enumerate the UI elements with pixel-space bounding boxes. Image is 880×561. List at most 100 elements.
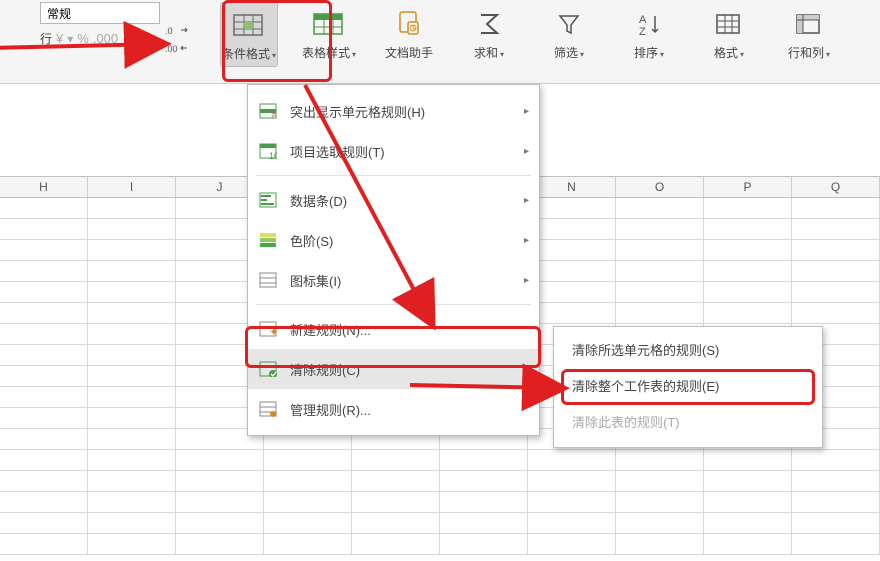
cell[interactable]: [88, 429, 176, 449]
cell[interactable]: [528, 492, 616, 512]
cell[interactable]: [0, 219, 88, 239]
cell[interactable]: [0, 513, 88, 533]
cell[interactable]: [792, 198, 880, 218]
cell[interactable]: [616, 303, 704, 323]
cell[interactable]: [792, 219, 880, 239]
currency-icon[interactable]: ¥: [56, 31, 63, 46]
cell[interactable]: [792, 282, 880, 302]
cell[interactable]: [616, 513, 704, 533]
cell[interactable]: [352, 471, 440, 491]
table-row[interactable]: [0, 513, 880, 534]
cell[interactable]: [176, 492, 264, 512]
cell[interactable]: [616, 261, 704, 281]
cell[interactable]: [0, 471, 88, 491]
cell[interactable]: [88, 198, 176, 218]
cell[interactable]: [264, 534, 352, 554]
cell[interactable]: [704, 240, 792, 260]
col-header[interactable]: Q: [792, 177, 880, 197]
cell[interactable]: [616, 282, 704, 302]
menu-clearrules[interactable]: 清除规则(C) ▸: [248, 349, 539, 389]
cell[interactable]: [0, 282, 88, 302]
col-header[interactable]: O: [616, 177, 704, 197]
cell[interactable]: [616, 240, 704, 260]
cell[interactable]: [88, 261, 176, 281]
cell[interactable]: [528, 282, 616, 302]
menu-iconset[interactable]: 图标集(I) ▸: [248, 260, 539, 300]
menu-newrule[interactable]: ✦ 新建规则(N)...: [248, 309, 539, 349]
table-row[interactable]: [0, 471, 880, 492]
menu-databars[interactable]: 数据条(D) ▸: [248, 180, 539, 220]
cell[interactable]: [704, 513, 792, 533]
cell[interactable]: [616, 534, 704, 554]
cell[interactable]: [0, 534, 88, 554]
cell[interactable]: [792, 492, 880, 512]
format-button[interactable]: 格式▾: [700, 2, 758, 65]
cell[interactable]: [352, 450, 440, 470]
cell[interactable]: [0, 387, 88, 407]
cell[interactable]: [264, 513, 352, 533]
cell[interactable]: [440, 534, 528, 554]
cell[interactable]: [0, 450, 88, 470]
cell[interactable]: [528, 261, 616, 281]
col-header[interactable]: N: [528, 177, 616, 197]
table-row[interactable]: [0, 492, 880, 513]
cell[interactable]: [0, 345, 88, 365]
cell[interactable]: [88, 450, 176, 470]
cell[interactable]: [528, 513, 616, 533]
cell[interactable]: [88, 303, 176, 323]
cell[interactable]: [176, 513, 264, 533]
cell[interactable]: [264, 450, 352, 470]
cell[interactable]: [440, 492, 528, 512]
cell[interactable]: [704, 492, 792, 512]
percent-icon[interactable]: %: [77, 31, 89, 46]
cell[interactable]: [0, 324, 88, 344]
cell[interactable]: [352, 534, 440, 554]
cell[interactable]: [0, 366, 88, 386]
cell[interactable]: [616, 219, 704, 239]
cell[interactable]: [440, 450, 528, 470]
doc-helper-button[interactable]: 文档助手: [380, 2, 438, 65]
cell[interactable]: [792, 450, 880, 470]
cell[interactable]: [704, 534, 792, 554]
sum-button[interactable]: 求和▾: [460, 2, 518, 65]
cell[interactable]: [528, 471, 616, 491]
cell[interactable]: [264, 492, 352, 512]
cell[interactable]: [528, 219, 616, 239]
cell[interactable]: [792, 513, 880, 533]
rowcol-button[interactable]: 行和列▾: [780, 2, 838, 65]
cell[interactable]: [528, 198, 616, 218]
cell[interactable]: [88, 324, 176, 344]
cell[interactable]: [352, 492, 440, 512]
cell[interactable]: [88, 282, 176, 302]
cell[interactable]: [176, 450, 264, 470]
cell[interactable]: [440, 513, 528, 533]
cell[interactable]: [704, 303, 792, 323]
cell[interactable]: [0, 240, 88, 260]
cell[interactable]: [88, 240, 176, 260]
col-header[interactable]: I: [88, 177, 176, 197]
cell[interactable]: [88, 366, 176, 386]
thousands-icon[interactable]: .000: [93, 31, 118, 46]
filter-button[interactable]: 筛选▾: [540, 2, 598, 65]
cell[interactable]: [792, 303, 880, 323]
cell[interactable]: [88, 219, 176, 239]
submenu-clear-sheet[interactable]: 清除整个工作表的规则(E): [554, 369, 822, 405]
cell[interactable]: [0, 492, 88, 512]
cell[interactable]: [528, 303, 616, 323]
cell[interactable]: [528, 240, 616, 260]
cell[interactable]: [616, 492, 704, 512]
col-header[interactable]: P: [704, 177, 792, 197]
cell[interactable]: [528, 450, 616, 470]
col-header[interactable]: H: [0, 177, 88, 197]
cell[interactable]: [88, 345, 176, 365]
cell[interactable]: [704, 261, 792, 281]
cell[interactable]: [264, 471, 352, 491]
cell[interactable]: [792, 534, 880, 554]
cell[interactable]: [704, 282, 792, 302]
conditional-format-button[interactable]: 条件格式▾: [220, 2, 278, 67]
cell[interactable]: [88, 408, 176, 428]
cell[interactable]: [88, 471, 176, 491]
cell[interactable]: [88, 513, 176, 533]
cell[interactable]: [0, 408, 88, 428]
cell[interactable]: [792, 240, 880, 260]
